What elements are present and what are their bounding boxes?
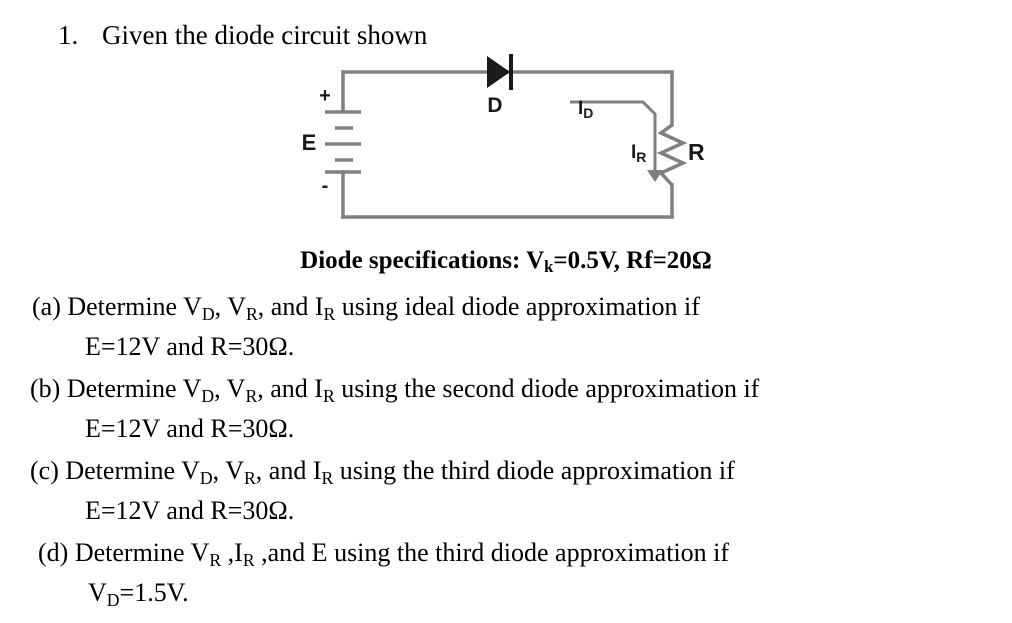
question-statement: Given the diode circuit shown [102, 20, 428, 50]
question-part-c: (c) Determine VD, VR, and IR using the t… [0, 452, 1012, 529]
part-d-vd-value: =1.5V. [119, 578, 189, 607]
part-d-marker: (d) [38, 538, 75, 567]
part-c-text-pre: Determine V [65, 456, 200, 485]
part-b-sub-ir: R [322, 385, 335, 406]
part-b-sub-vd: D [201, 385, 215, 406]
part-a-text-mid1: , V [214, 292, 246, 321]
label-diode-current-subscript: D [583, 105, 593, 121]
label-diode: D [487, 94, 502, 117]
label-source: E [302, 130, 317, 155]
diode-triangle [487, 56, 510, 88]
part-b-line-1: (b) Determine VD, VR, and IR using the s… [0, 370, 1012, 410]
label-resistor-current-subscript: R [636, 149, 646, 165]
part-a-line-2: E=12V and R=30Ω. [85, 332, 295, 361]
resistor-symbol [656, 123, 688, 187]
question-heading: 1. Given the diode circuit shown [58, 18, 427, 52]
current-arrowhead [647, 170, 663, 182]
part-b-line-2: E=12V and R=30Ω. [85, 414, 295, 443]
question-part-a: (a) Determine VD, VR, and IR using ideal… [0, 288, 1012, 365]
part-d-line-1: (d) Determine VR ,IR ,and E using the th… [0, 534, 1012, 574]
part-c-line-2: E=12V and R=30Ω. [85, 496, 295, 525]
part-d-sub-vr: R [209, 549, 222, 570]
part-d-vd-subscript: D [106, 589, 120, 610]
diode-specifications: Diode specifications: Vk=0.5V, Rf=20Ω [0, 246, 1012, 278]
part-a-sub-ir: R [323, 303, 336, 324]
part-c-sub-vr: R [243, 467, 256, 488]
part-b-text-pre: Determine V [66, 374, 202, 403]
part-a-text-post: using ideal diode approximation if [335, 292, 700, 321]
part-c-sub-vd: D [199, 467, 213, 488]
diode-symbol [487, 54, 513, 90]
part-b-sub-vr: R [245, 385, 258, 406]
worksheet-page: 1. Given the diode circuit shown E + - D… [0, 0, 1012, 623]
part-c-marker: (c) [30, 456, 66, 485]
question-part-b: (b) Determine VD, VR, and IR using the s… [0, 370, 1012, 447]
spec-vk-subscript: k [544, 257, 554, 277]
circuit-wires [341, 70, 674, 219]
part-b-marker: (b) [30, 374, 67, 403]
part-b-text-mid2: , and I [257, 374, 323, 403]
part-c-text-mid2: , and I [255, 456, 322, 485]
spec-prefix: Diode specifications: [300, 247, 527, 274]
part-d-sub-ir: R [242, 549, 255, 570]
part-b-text-mid1: , V [214, 374, 246, 403]
spec-vk-symbol: V [526, 247, 545, 274]
part-d-vd-symbol: V [88, 578, 107, 607]
part-c-line-1: (c) Determine VD, VR, and IR using the t… [0, 452, 1012, 492]
part-a-text-mid2: , and I [257, 292, 324, 321]
part-c-text-mid1: , V [212, 456, 244, 485]
part-c-sub-ir: R [321, 467, 334, 488]
part-b-text-post: using the second diode approximation if [334, 374, 760, 403]
part-a-sub-vr: R [245, 303, 258, 324]
label-resistor: R [688, 139, 705, 165]
question-parts: (a) Determine VD, VR, and IR using ideal… [0, 288, 1012, 619]
part-d-text-mid2: ,and E [254, 538, 328, 567]
part-a-text-pre: Determine V [67, 292, 202, 321]
part-d-text-pre: Determine V [74, 538, 210, 567]
question-number: 1. [58, 20, 79, 50]
part-d-line-2: VD=1.5V. [0, 574, 1012, 614]
part-d-text-mid1: ,I [221, 538, 243, 567]
part-c-text-post: using the third diode approximation if [333, 456, 735, 485]
part-d-text-post: using the third diode approximation if [327, 538, 730, 567]
question-part-d: (d) Determine VR ,IR ,and E using the th… [0, 534, 1012, 614]
spec-rf-value: =20Ω [652, 247, 712, 274]
part-a-marker: (a) [32, 292, 68, 321]
part-a-sub-vd: D [201, 303, 215, 324]
spec-vk-value: =0.5V, [553, 247, 627, 274]
label-resistor-current: IR [631, 142, 646, 165]
battery-symbol [325, 110, 361, 174]
part-a-line-1: (a) Determine VD, VR, and IR using ideal… [0, 288, 1012, 328]
label-source-minus: - [322, 175, 329, 197]
circuit-diagram: E + - D ID IR R [295, 50, 715, 240]
label-source-plus: + [319, 85, 331, 107]
spec-rf-label: Rf [626, 247, 653, 274]
